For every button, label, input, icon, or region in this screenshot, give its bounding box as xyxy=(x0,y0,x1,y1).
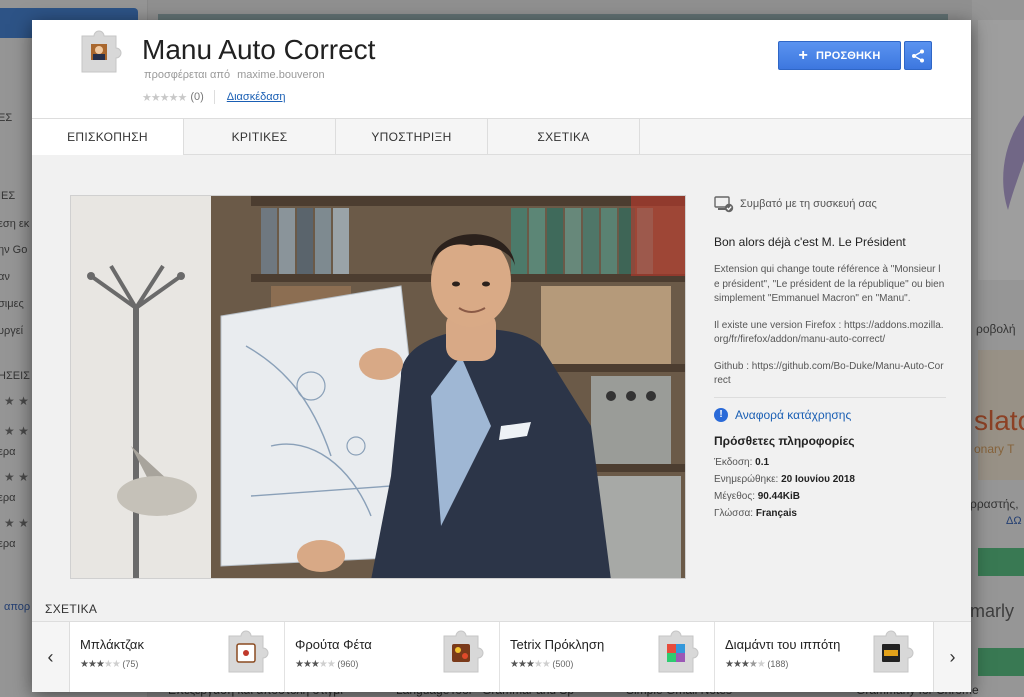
carousel-prev-button[interactable]: ‹ xyxy=(32,622,70,692)
related-item-count: (500) xyxy=(552,659,574,669)
extension-dialog: × Manu Auto Correct προσφέρεται από maxi… xyxy=(32,20,971,692)
divider xyxy=(213,90,215,104)
description-paragraph: Extension qui change toute référence à "… xyxy=(714,264,945,304)
rating-row: ★★★★★ (0) Διασκέδαση xyxy=(142,90,286,104)
related-item[interactable]: Φρούτα Φέτα ★★★★★ (960) xyxy=(285,622,500,692)
updated-label: Ενημερώθηκε: xyxy=(714,473,779,485)
rating-stars[interactable]: ★★★★★ xyxy=(142,91,187,104)
info-icon: ! xyxy=(714,407,728,422)
game-icon xyxy=(873,630,914,673)
chevron-left-icon: ‹ xyxy=(47,647,54,667)
related-item-stars: ★★★★★ xyxy=(725,659,766,670)
device-check-icon xyxy=(714,196,734,213)
language-row: Γλώσσα: Français xyxy=(714,505,946,522)
share-button[interactable] xyxy=(904,41,932,70)
author-name: maxime.bouveron xyxy=(237,69,325,81)
description-paragraph: Github : https://github.com/Bo-Duke/Manu… xyxy=(714,360,944,387)
language-value: Français xyxy=(755,507,797,519)
related-item[interactable]: Διαμάντι του ιππότη ★★★★★ (188) xyxy=(715,622,930,692)
related-item[interactable]: Μπλάκτζακ ★★★★★ (75) xyxy=(70,622,285,692)
tab-reviews[interactable]: ΚΡΙΤΙΚΕΣ xyxy=(184,119,336,155)
related-item-stars: ★★★★★ xyxy=(80,659,121,670)
language-label: Γλώσσα: xyxy=(714,507,754,519)
compatibility-row: Συμβατό με τη συσκευή σας xyxy=(714,195,946,213)
offered-by: προσφέρεται από maxime.bouveron xyxy=(144,69,325,81)
related-item-stars: ★★★★★ xyxy=(510,659,551,670)
related-item-name: Tetrix Πρόκληση xyxy=(510,637,605,652)
related-item-rating: ★★★★★ (500) xyxy=(510,659,573,670)
add-button-label: ΠΡΟΣΘΗΚΗ xyxy=(816,49,881,62)
rating-count: (0) xyxy=(190,91,204,103)
size-value: 90.44KiB xyxy=(757,490,800,502)
divider xyxy=(714,396,946,398)
offered-by-label: προσφέρεται από xyxy=(144,69,231,81)
related-item[interactable]: Tetrix Πρόκληση ★★★★★ (500) xyxy=(500,622,715,692)
updated-value: 20 Ιουνίου 2018 xyxy=(781,473,855,485)
related-item-rating: ★★★★★ (960) xyxy=(295,659,358,670)
report-abuse-label: Αναφορά κατάχρησης xyxy=(735,407,852,422)
screenshot-image xyxy=(71,196,685,578)
report-abuse-link[interactable]: ! Αναφορά κατάχρησης xyxy=(714,407,946,422)
tab-overview[interactable]: ΕΠΙΣΚΟΠΗΣΗ xyxy=(32,119,184,156)
compatibility-text: Συμβατό με τη συσκευή σας xyxy=(740,198,877,210)
extension-title: Manu Auto Correct xyxy=(142,34,376,65)
extension-screenshot[interactable] xyxy=(70,195,686,579)
chevron-right-icon: › xyxy=(949,647,956,667)
category-link[interactable]: Διασκέδαση xyxy=(227,91,286,103)
size-label: Μέγεθος: xyxy=(714,490,755,502)
description-paragraph: Il existe une version Firefox : https://… xyxy=(714,319,944,346)
related-item-count: (960) xyxy=(337,659,359,669)
description-title: Bon alors déjà c'est M. Le Président xyxy=(714,235,906,249)
tab-bar: ΕΠΙΣΚΟΠΗΣΗ ΚΡΙΤΙΚΕΣ ΥΠΟΣΤΗΡΙΞΗ ΣΧΕΤΙΚΑ xyxy=(32,118,971,156)
add-extension-button[interactable]: + ΠΡΟΣΘΗΚΗ xyxy=(778,41,901,70)
details-sidebar: Συμβατό με τη συσκευή σας Bon alors déjà… xyxy=(714,195,946,522)
related-item-count: (188) xyxy=(767,659,789,669)
version-value: 0.1 xyxy=(755,456,770,468)
size-row: Μέγεθος: 90.44KiB xyxy=(714,488,946,505)
tab-related[interactable]: ΣΧΕΤΙΚΑ xyxy=(488,119,640,155)
carousel-next-button[interactable]: › xyxy=(933,622,971,692)
updated-row: Ενημερώθηκε: 20 Ιουνίου 2018 xyxy=(714,471,946,488)
tab-support[interactable]: ΥΠΟΣΤΗΡΙΞΗ xyxy=(336,119,488,155)
cards-icon xyxy=(228,630,269,673)
plus-icon: + xyxy=(798,46,809,64)
version-label: Έκδοση: xyxy=(714,456,753,468)
extension-puzzle-icon xyxy=(81,30,122,73)
additional-info-title: Πρόσθετες πληροφορίες xyxy=(714,433,855,448)
overview-content: Συμβατό με τη συσκευή σας Bon alors déjà… xyxy=(32,155,971,692)
fruit-icon xyxy=(443,630,484,673)
related-item-rating: ★★★★★ (75) xyxy=(80,659,138,670)
related-item-name: Μπλάκτζακ xyxy=(80,637,144,652)
related-section-title: ΣΧΕΤΙΚΑ xyxy=(45,602,98,616)
share-icon xyxy=(912,49,924,62)
related-carousel: ‹ Μπλάκτζακ ★★★★★ (75) Φρούτα Φέτα ★★★★★ xyxy=(32,621,971,692)
related-item-stars: ★★★★★ xyxy=(295,659,336,670)
blocks-icon xyxy=(658,630,699,673)
extension-header: Manu Auto Correct προσφέρεται από maxime… xyxy=(32,20,971,118)
related-item-name: Διαμάντι του ιππότη xyxy=(725,637,841,652)
related-item-count: (75) xyxy=(122,659,139,669)
related-item-name: Φρούτα Φέτα xyxy=(295,637,372,652)
related-item-rating: ★★★★★ (188) xyxy=(725,659,788,670)
version-row: Έκδοση: 0.1 xyxy=(714,454,946,471)
